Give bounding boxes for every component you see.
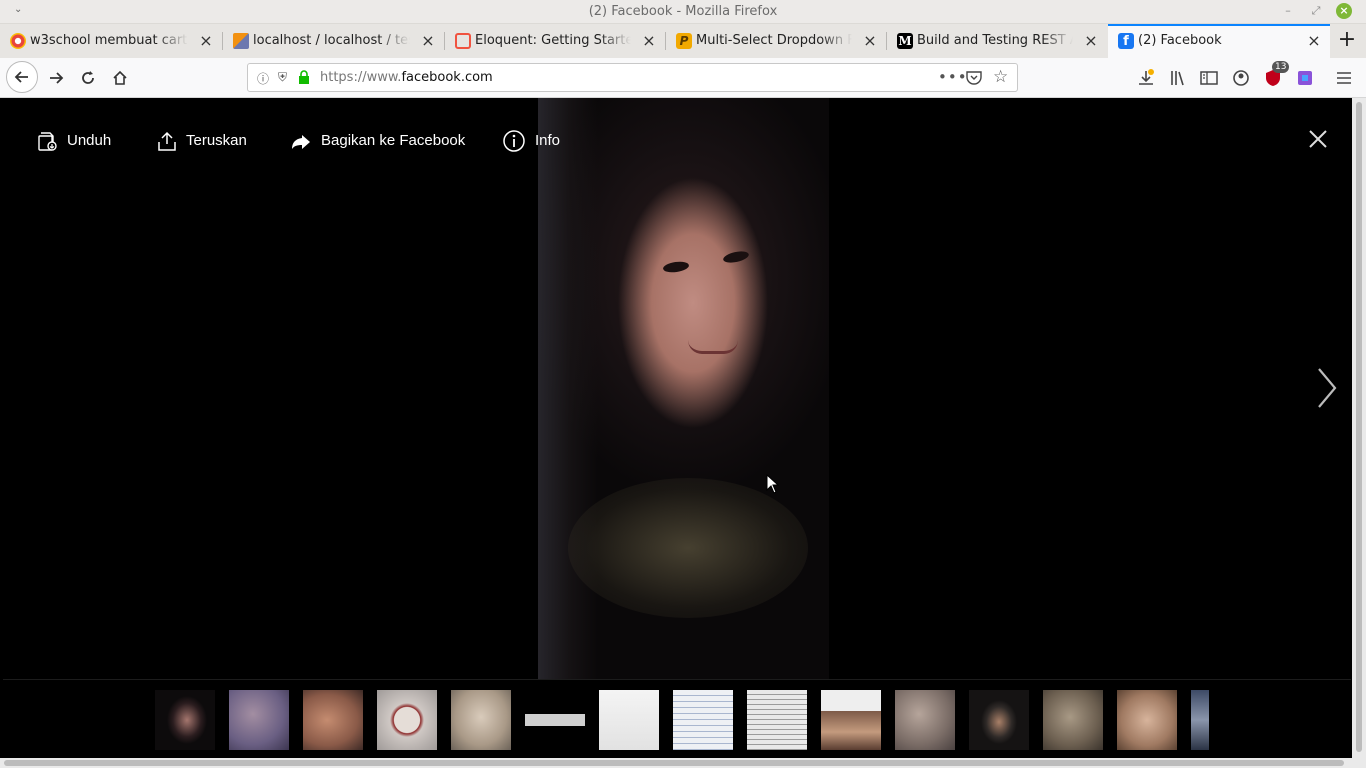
tab-bar: w3school membuat cart js × localhost / l… bbox=[0, 24, 1366, 58]
info-icon bbox=[503, 130, 525, 152]
minimize-icon[interactable]: – bbox=[1280, 3, 1296, 19]
extension-puzzle-icon[interactable] bbox=[1295, 68, 1315, 88]
share-to-facebook-button[interactable]: Bagikan ke Facebook bbox=[290, 130, 470, 152]
tab-label: Eloquent: Getting Started bbox=[475, 33, 631, 48]
pocket-icon[interactable] bbox=[966, 70, 982, 85]
filmstrip-thumbnail[interactable] bbox=[525, 690, 585, 750]
tab-close-icon[interactable]: × bbox=[196, 24, 216, 57]
extension-badge: 13 bbox=[1272, 61, 1290, 73]
lock-icon[interactable] bbox=[298, 70, 310, 84]
navigation-toolbar: ⓘ ⛨ https://www.facebook.com ••• ☆ 13 bbox=[0, 58, 1366, 98]
tab-medium[interactable]: M Build and Testing REST API × bbox=[887, 24, 1107, 58]
filmstrip-thumbnail[interactable] bbox=[599, 690, 659, 750]
filmstrip-thumbnail[interactable] bbox=[155, 690, 215, 750]
arrow-left-icon bbox=[14, 71, 28, 83]
vertical-scrollbar[interactable] bbox=[1352, 98, 1366, 768]
tab-label: w3school membuat cart js bbox=[30, 33, 188, 48]
viewer-toolbar: Unduh Teruskan Bagikan ke Facebook Info bbox=[3, 98, 1351, 188]
chrome-like-icon bbox=[10, 33, 26, 49]
tab-close-icon[interactable]: × bbox=[639, 24, 659, 57]
tab-label: Multi-Select Dropdown Filte bbox=[696, 33, 852, 48]
filmstrip-thumbnail[interactable] bbox=[377, 690, 437, 750]
maximize-icon[interactable]: ⤢ bbox=[1308, 3, 1324, 19]
photo-smile bbox=[688, 340, 738, 354]
product-hunt-icon: P bbox=[676, 33, 692, 49]
tab-close-icon[interactable]: × bbox=[1304, 26, 1324, 56]
sidebar-icon[interactable] bbox=[1199, 68, 1219, 88]
download-label: Unduh bbox=[67, 132, 112, 149]
filmstrip-thumbnail[interactable] bbox=[1117, 690, 1177, 750]
page-actions-icon[interactable]: ••• bbox=[938, 68, 968, 86]
mouse-cursor-icon bbox=[766, 474, 780, 494]
photo-clothing bbox=[568, 478, 808, 618]
tab-label: (2) Facebook bbox=[1138, 33, 1222, 48]
filmstrip-thumbnail[interactable] bbox=[303, 690, 363, 750]
forward-button[interactable] bbox=[40, 62, 72, 94]
tab-label: Build and Testing REST API bbox=[917, 33, 1073, 48]
tab-multiselect[interactable]: P Multi-Select Dropdown Filte × bbox=[666, 24, 886, 58]
forward-share-button[interactable]: Teruskan bbox=[156, 130, 256, 152]
window-title: (2) Facebook - Mozilla Firefox bbox=[588, 4, 778, 19]
vertical-scrollbar-thumb[interactable] bbox=[1356, 102, 1362, 752]
photo-viewer: Unduh Teruskan Bagikan ke Facebook Info bbox=[3, 98, 1351, 758]
share-to-facebook-label: Bagikan ke Facebook bbox=[321, 132, 466, 149]
tracking-shield-icon[interactable]: ⛨ bbox=[278, 70, 287, 85]
horizontal-scrollbar-thumb[interactable] bbox=[4, 760, 1344, 766]
window-close-icon[interactable]: × bbox=[1336, 3, 1352, 19]
photo-eye-right bbox=[722, 249, 750, 265]
tab-close-icon[interactable]: × bbox=[860, 24, 880, 57]
tab-facebook[interactable]: f (2) Facebook × bbox=[1108, 24, 1330, 58]
filmstrip-thumbnail[interactable] bbox=[747, 690, 807, 750]
download-icon bbox=[38, 132, 57, 151]
tab-close-icon[interactable]: × bbox=[418, 24, 438, 57]
url-text[interactable]: https://www.facebook.com bbox=[320, 70, 493, 85]
next-photo-chevron-icon[interactable] bbox=[1315, 366, 1339, 410]
tab-eloquent[interactable]: Eloquent: Getting Started × bbox=[445, 24, 665, 58]
filmstrip-thumbnail[interactable] bbox=[1043, 690, 1103, 750]
back-button[interactable] bbox=[6, 61, 38, 93]
horizontal-scrollbar[interactable] bbox=[0, 758, 1352, 768]
url-prefix: https://www. bbox=[320, 70, 402, 85]
filmstrip-thumbnail[interactable] bbox=[821, 690, 881, 750]
tab-close-icon[interactable]: × bbox=[1081, 24, 1101, 57]
info-label: Info bbox=[535, 132, 561, 149]
reload-icon bbox=[82, 71, 94, 84]
photo-eye-left bbox=[662, 260, 690, 274]
download-button[interactable]: Unduh bbox=[37, 130, 117, 152]
home-button[interactable] bbox=[104, 62, 136, 94]
hamburger-menu-icon[interactable] bbox=[1334, 68, 1354, 88]
url-bar[interactable]: ⓘ ⛨ https://www.facebook.com ••• ☆ bbox=[247, 63, 1018, 92]
downloads-icon[interactable] bbox=[1136, 68, 1156, 88]
filmstrip-thumbnail[interactable] bbox=[673, 690, 733, 750]
library-icon[interactable] bbox=[1168, 68, 1188, 88]
close-viewer-icon[interactable] bbox=[1305, 126, 1331, 152]
reload-button[interactable] bbox=[72, 62, 104, 94]
filmstrip-thumbnail[interactable] bbox=[1191, 690, 1209, 750]
forward-arrow-icon bbox=[292, 135, 310, 149]
facebook-icon: f bbox=[1118, 33, 1134, 49]
bookmark-star-icon[interactable]: ☆ bbox=[993, 67, 1008, 87]
account-icon[interactable] bbox=[1231, 68, 1251, 88]
photo-filmstrip bbox=[3, 679, 1351, 758]
window-titlebar: ⌄ (2) Facebook - Mozilla Firefox – ⤢ × bbox=[0, 0, 1366, 24]
arrow-right-icon bbox=[50, 72, 64, 84]
new-tab-button[interactable]: + bbox=[1334, 24, 1360, 58]
tab-w3school[interactable]: w3school membuat cart js × bbox=[0, 24, 222, 58]
share-upload-icon bbox=[158, 131, 176, 151]
forward-share-label: Teruskan bbox=[186, 132, 247, 149]
phpmyadmin-icon bbox=[233, 33, 249, 49]
filmstrip-thumbnail[interactable] bbox=[451, 690, 511, 750]
medium-icon: M bbox=[897, 33, 913, 49]
tab-label: localhost / localhost / test / bbox=[253, 33, 410, 48]
filmstrip-thumbnail[interactable] bbox=[229, 690, 289, 750]
home-icon bbox=[113, 70, 127, 85]
info-button[interactable]: Info bbox=[502, 130, 572, 152]
info-circle-icon[interactable]: ⓘ bbox=[257, 70, 269, 87]
tab-phpmyadmin[interactable]: localhost / localhost / test / × bbox=[223, 24, 444, 58]
laravel-icon bbox=[455, 33, 471, 49]
filmstrip-thumbnail[interactable] bbox=[895, 690, 955, 750]
filmstrip-thumbnail[interactable] bbox=[969, 690, 1029, 750]
url-domain: facebook.com bbox=[401, 70, 493, 85]
